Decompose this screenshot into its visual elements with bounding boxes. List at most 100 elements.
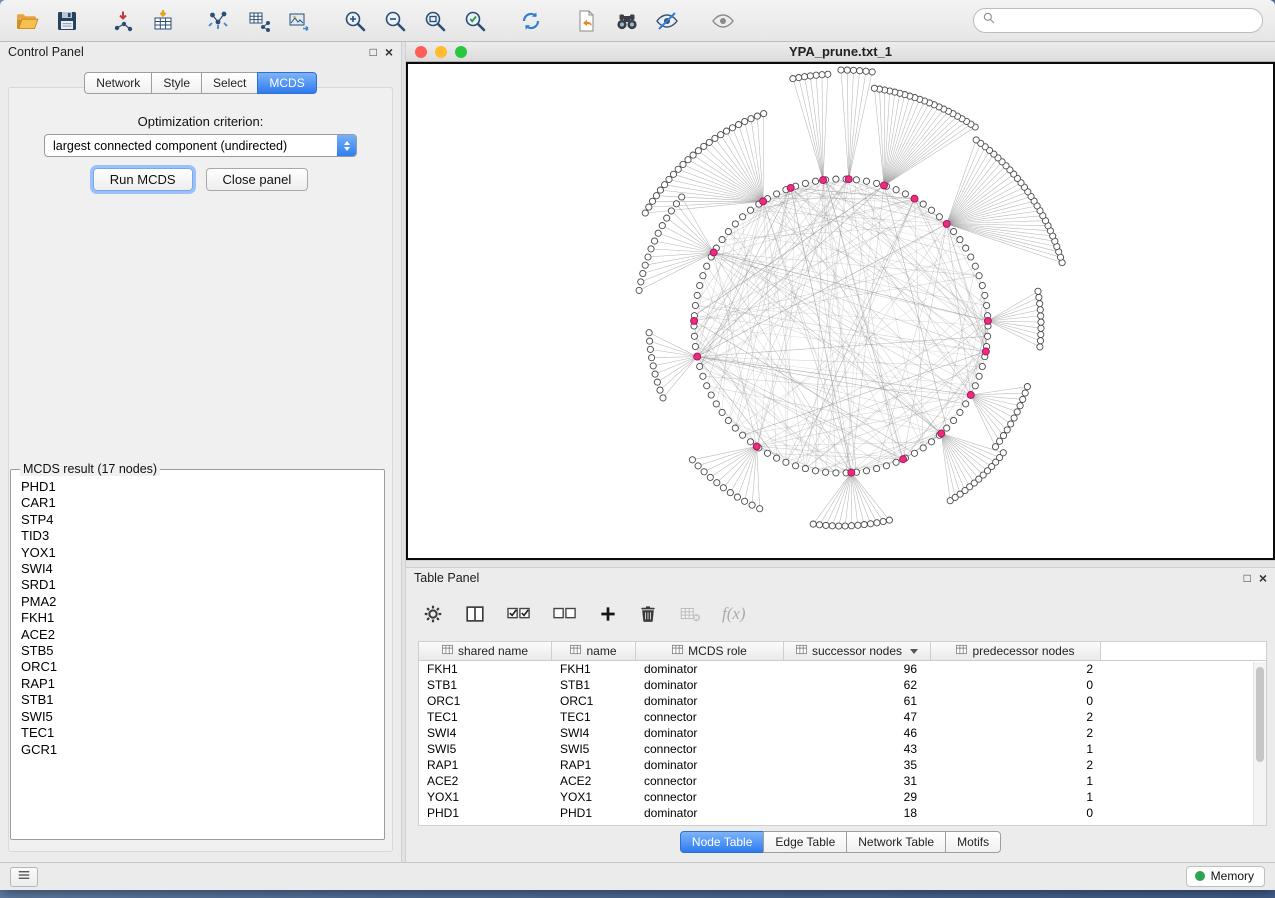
graph-leaf-node[interactable] [657, 387, 663, 393]
export-image-button[interactable] [282, 6, 316, 36]
table-cell[interactable]: 62 [784, 678, 931, 692]
table-cell[interactable]: ORC1 [552, 694, 636, 708]
graph-mcds-node[interactable] [760, 198, 767, 205]
graph-leaf-node[interactable] [645, 254, 651, 260]
graph-leaf-node[interactable] [1014, 409, 1020, 415]
graph-leaf-node[interactable] [1000, 433, 1006, 439]
graph-ring-node[interactable] [725, 228, 731, 234]
graph-leaf-node[interactable] [844, 67, 850, 73]
graph-leaf-node[interactable] [801, 74, 807, 80]
graph-leaf-node[interactable] [736, 122, 742, 128]
zoom-out-button[interactable] [378, 6, 412, 36]
graph-ring-node[interactable] [968, 254, 974, 260]
graph-leaf-node[interactable] [636, 287, 642, 293]
graph-ring-node[interactable] [833, 176, 839, 182]
graph-leaf-node[interactable] [707, 474, 713, 480]
graph-ring-node[interactable] [704, 383, 710, 389]
graph-leaf-node[interactable] [689, 457, 695, 463]
graph-ring-node[interactable] [911, 450, 917, 456]
graph-mcds-node[interactable] [848, 469, 855, 476]
table-cell[interactable]: 2 [931, 662, 1101, 676]
graph-mcds-node[interactable] [881, 182, 888, 189]
graph-ring-node[interactable] [747, 439, 753, 445]
graph-leaf-node[interactable] [973, 137, 979, 143]
table-cell[interactable]: ORC1 [419, 694, 552, 708]
graph-leaf-node[interactable] [850, 67, 856, 73]
table-row[interactable]: TEC1TEC1connector472 [419, 709, 1266, 725]
tab-network-table[interactable]: Network Table [846, 831, 946, 853]
tab-motifs[interactable]: Motifs [945, 831, 1001, 853]
graph-ring-node[interactable] [874, 466, 880, 472]
graph-leaf-node[interactable] [651, 238, 657, 244]
graph-ring-node[interactable] [979, 363, 985, 369]
graph-leaf-node[interactable] [857, 68, 863, 74]
graph-mcds-node[interactable] [943, 220, 950, 227]
graph-leaf-node[interactable] [1037, 301, 1043, 307]
graph-leaf-node[interactable] [1037, 344, 1043, 350]
graph-leaf-node[interactable] [675, 166, 681, 172]
graph-leaf-node[interactable] [1017, 403, 1023, 409]
graph-ring-node[interactable] [944, 425, 950, 431]
graph-leaf-node[interactable] [734, 494, 740, 500]
graph-leaf-node[interactable] [861, 522, 867, 528]
export-network-button[interactable] [202, 6, 236, 36]
table-cell[interactable]: YOX1 [419, 790, 552, 804]
graph-ring-node[interactable] [963, 401, 969, 407]
table-cell[interactable]: TEC1 [552, 710, 636, 724]
table-cell[interactable]: ACE2 [552, 774, 636, 788]
graph-leaf-node[interactable] [790, 76, 796, 82]
tab-mcds[interactable]: MCDS [257, 72, 316, 94]
graph-mcds-node[interactable] [938, 430, 945, 437]
table-cell[interactable]: connector [636, 774, 784, 788]
graph-ring-node[interactable] [951, 228, 957, 234]
table-settings-button[interactable] [422, 599, 444, 629]
graph-leaf-node[interactable] [761, 111, 767, 117]
graph-leaf-node[interactable] [1022, 390, 1028, 396]
column-header-MCDS-role[interactable]: MCDS role [636, 642, 784, 660]
graph-leaf-node[interactable] [727, 490, 733, 496]
float-panel-icon[interactable]: □ [370, 46, 377, 58]
graph-leaf-node[interactable] [1000, 450, 1006, 456]
graph-leaf-node[interactable] [748, 116, 754, 122]
graph-ring-node[interactable] [874, 180, 880, 186]
graph-ring-node[interactable] [719, 237, 725, 243]
graph-ring-node[interactable] [833, 470, 839, 476]
graph-leaf-node[interactable] [642, 210, 648, 216]
graph-ring-node[interactable] [725, 417, 731, 423]
mcds-list-item[interactable]: YOX1 [21, 545, 374, 561]
table-cell[interactable]: 43 [784, 742, 931, 756]
graph-leaf-node[interactable] [1037, 338, 1043, 344]
table-cell[interactable]: STB1 [552, 678, 636, 692]
table-row[interactable]: RAP1RAP1dominator352 [419, 757, 1266, 773]
table-cell[interactable]: TEC1 [419, 710, 552, 724]
graph-ring-node[interactable] [802, 180, 808, 186]
graph-leaf-node[interactable] [695, 148, 701, 154]
tab-style[interactable]: Style [151, 72, 202, 94]
graph-leaf-node[interactable] [992, 444, 998, 450]
horizontal-splitter[interactable] [406, 560, 1275, 568]
graph-leaf-node[interactable] [673, 201, 679, 207]
run-mcds-button[interactable]: Run MCDS [93, 168, 193, 191]
graph-mcds-node[interactable] [911, 195, 918, 202]
table-cell[interactable]: connector [636, 742, 784, 756]
graph-ring-node[interactable] [719, 409, 725, 415]
mcds-list-item[interactable]: STP4 [21, 512, 374, 528]
table-cell[interactable]: 0 [931, 806, 1101, 820]
graph-ring-node[interactable] [863, 468, 869, 474]
graph-ring-node[interactable] [740, 214, 746, 220]
open-session-button[interactable] [10, 6, 44, 36]
table-row[interactable]: FKH1FKH1dominator962 [419, 661, 1266, 677]
mcds-list-item[interactable]: PMA2 [21, 594, 374, 610]
share-document-button[interactable] [570, 6, 604, 36]
graph-ring-node[interactable] [853, 177, 859, 183]
graph-leaf-node[interactable] [720, 485, 726, 491]
table-vertical-scrollbar[interactable] [1253, 662, 1266, 825]
network-window-titlebar[interactable]: YPA_prune.txt_1 [406, 42, 1275, 62]
graph-ring-node[interactable] [774, 191, 780, 197]
float-table-panel-icon[interactable]: □ [1244, 572, 1251, 584]
graph-leaf-node[interactable] [695, 463, 701, 469]
table-cell[interactable]: 46 [784, 726, 931, 740]
graph-ring-node[interactable] [783, 459, 789, 465]
tab-node-table[interactable]: Node Table [680, 831, 765, 853]
graph-leaf-node[interactable] [816, 522, 822, 528]
